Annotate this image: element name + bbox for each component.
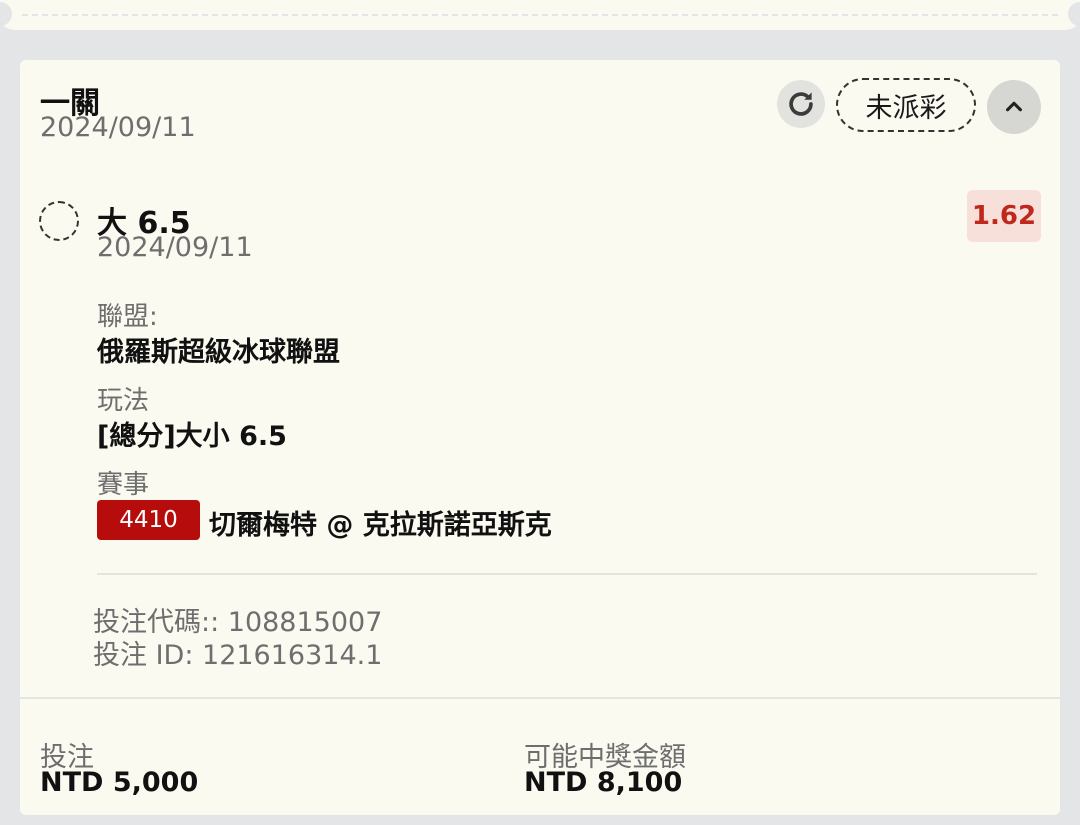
bet-ticket-card: 一關 2024/09/11 未派彩 大 6.5 2024/09/11 1.62 …	[20, 60, 1060, 815]
ticket-notch-left	[0, 2, 12, 26]
perforation-line	[22, 14, 1058, 16]
league-label: 聯盟:	[97, 302, 158, 332]
market-label: 玩法	[97, 386, 150, 416]
refresh-button[interactable]	[777, 80, 825, 128]
bet-date: 2024/09/11	[40, 112, 196, 143]
collapse-button[interactable]	[987, 80, 1041, 134]
summary-divider	[20, 697, 1060, 699]
ticket-top-edge	[0, 0, 1080, 30]
league-value: 俄羅斯超級冰球聯盟	[97, 337, 340, 368]
event-name: 切爾梅特 @ 克拉斯諾亞斯克	[209, 510, 552, 541]
stake-value: NTD 5,000	[40, 767, 199, 798]
ticket-notch-right	[1068, 2, 1080, 26]
market-value: [總分]大小 6.5	[97, 421, 287, 452]
event-id-badge: 4410	[97, 500, 200, 540]
refresh-icon	[789, 92, 813, 116]
selection-date: 2024/09/11	[97, 232, 253, 263]
odds-badge: 1.62	[967, 190, 1041, 242]
chevron-up-icon	[1006, 101, 1022, 112]
divider	[97, 573, 1037, 575]
event-label: 賽事	[97, 470, 150, 500]
status-badge: 未派彩	[836, 78, 976, 132]
payout-value: NTD 8,100	[524, 767, 683, 798]
bet-id: 投注 ID: 121616314.1	[93, 640, 383, 671]
pending-result-icon	[39, 201, 79, 241]
